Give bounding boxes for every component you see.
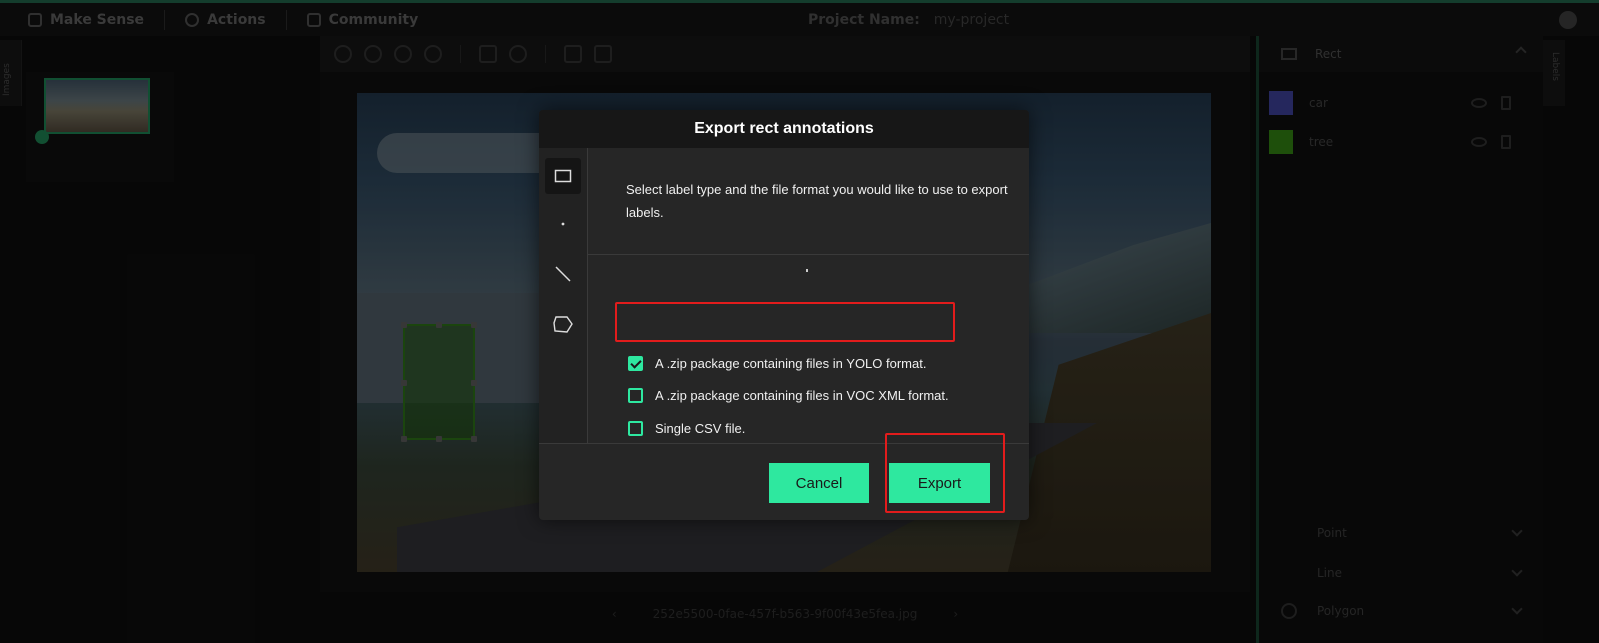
polygon-icon: [553, 316, 573, 333]
dialog-description: Select label type and the file format yo…: [626, 182, 1008, 220]
divider: [588, 254, 1029, 255]
option-label: A .zip package containing files in VOC X…: [655, 387, 949, 403]
rect-icon: [554, 169, 572, 183]
export-button-highlight: [885, 433, 1005, 513]
line-icon: [555, 266, 571, 282]
line-type-button[interactable]: [545, 256, 581, 292]
checkbox-icon[interactable]: [628, 420, 643, 436]
checkbox-checked-icon[interactable]: [628, 355, 643, 371]
polygon-type-button[interactable]: [545, 306, 581, 342]
dialog-content: Select label type and the file format yo…: [588, 148, 1029, 443]
csv-format-option[interactable]: Single CSV file.: [628, 416, 745, 440]
point-type-button[interactable]: [545, 206, 581, 242]
point-icon: [561, 222, 565, 226]
voc-xml-format-option[interactable]: A .zip package containing files in VOC X…: [628, 383, 949, 407]
option-label: A .zip package containing files in YOLO …: [655, 355, 927, 371]
divider-marker: [806, 269, 808, 272]
label-type-sidebar: [539, 148, 588, 443]
checkbox-icon[interactable]: [628, 387, 643, 403]
yolo-option-highlight: [615, 302, 955, 342]
dialog-title: Export rect annotations: [539, 110, 1029, 148]
yolo-format-option[interactable]: A .zip package containing files in YOLO …: [628, 351, 926, 375]
cancel-button[interactable]: Cancel: [769, 463, 869, 503]
option-label: Single CSV file.: [655, 420, 746, 436]
rect-type-button[interactable]: [545, 158, 581, 194]
